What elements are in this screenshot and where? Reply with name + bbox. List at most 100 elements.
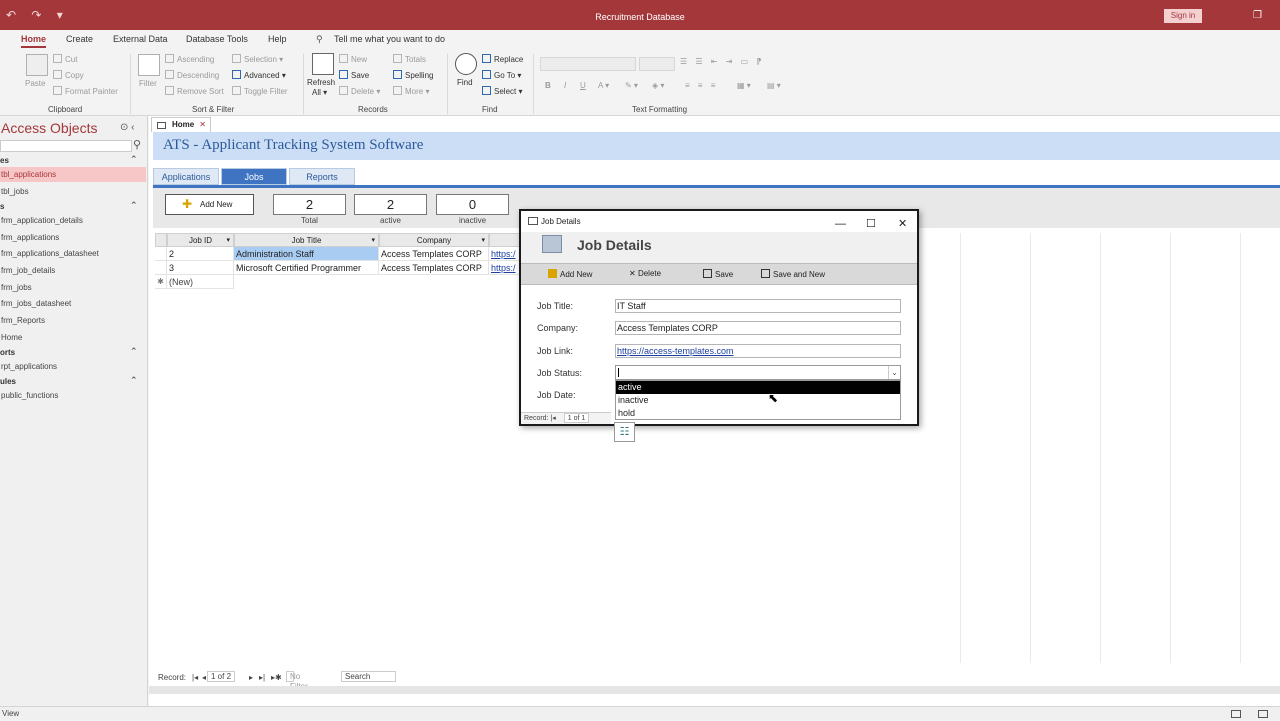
select-button[interactable]: Select ▾ xyxy=(482,86,522,96)
save-record-button[interactable]: Save xyxy=(339,70,369,80)
underline-icon[interactable]: U xyxy=(580,81,586,90)
cell-company[interactable]: Access Templates CORP xyxy=(379,261,489,275)
dialog-title-bar[interactable]: Job Details — ☐ ✕ xyxy=(521,211,917,232)
cell-job-title[interactable]: Administration Staff xyxy=(234,247,379,261)
tab-home[interactable]: Home xyxy=(21,34,47,48)
add-new-job-button[interactable]: Add New xyxy=(165,194,254,215)
nav-item-frm-job-details[interactable]: frm_job_details xyxy=(0,263,146,278)
column-header-job-title[interactable]: Job Title ▾ xyxy=(234,233,379,247)
first-record-icon[interactable]: |◂ xyxy=(192,671,198,684)
tab-applications[interactable]: Applications xyxy=(153,168,219,185)
replace-button[interactable]: Replace xyxy=(482,54,523,64)
collapse-icon[interactable]: ⌃ xyxy=(130,375,138,386)
font-family-select[interactable] xyxy=(540,57,636,71)
nav-item-frm-reports[interactable]: frm_Reports xyxy=(0,313,146,328)
nav-item-tbl-jobs[interactable]: tbl_jobs xyxy=(0,184,146,199)
record-position-input[interactable]: 1 of 1 xyxy=(563,413,590,423)
next-record-icon[interactable]: ▸ xyxy=(249,671,253,684)
job-title-field[interactable]: IT Staff xyxy=(615,299,901,313)
ascending-button[interactable]: Ascending xyxy=(165,54,214,64)
record-search-input[interactable]: Search xyxy=(341,671,396,682)
nav-search-input[interactable] xyxy=(0,140,132,152)
list-format-icons[interactable]: ☰ ☰ ⇤ ⇥ ▭ ⁋ xyxy=(680,57,765,66)
cell-job-link[interactable]: https:/ xyxy=(489,247,520,261)
collapse-icon[interactable]: ⌃ xyxy=(130,346,138,357)
prev-record-icon[interactable]: ◂ xyxy=(202,671,206,684)
close-icon[interactable]: ✕ xyxy=(199,118,206,132)
row-selector[interactable] xyxy=(155,247,167,261)
delete-record-button[interactable]: Delete ▾ xyxy=(339,86,380,96)
totals-button[interactable]: Totals xyxy=(393,54,426,64)
nav-item-public-functions[interactable]: public_functions xyxy=(0,388,146,403)
datasheet-view-icon[interactable] xyxy=(1231,710,1241,718)
column-header-company[interactable]: Company ▾ xyxy=(379,233,489,247)
new-record-nav-icon[interactable]: ▸✱ xyxy=(271,671,282,684)
remove-sort-button[interactable]: Remove Sort xyxy=(165,86,224,96)
cell-job-id[interactable]: 2 xyxy=(167,247,234,261)
search-icon[interactable]: ⚲ xyxy=(133,138,141,151)
nav-section-tables[interactable]: es ⌃ xyxy=(0,154,138,165)
job-status-combo[interactable]: ⌄ xyxy=(615,365,901,380)
nav-item-frm-jobs-datasheet[interactable]: frm_jobs_datasheet xyxy=(0,296,146,311)
delete-button[interactable]: ✕ Delete xyxy=(629,269,661,278)
refresh-button[interactable]: Refresh xyxy=(307,78,335,87)
align-icons[interactable]: ≡ ≡ ≡ xyxy=(685,81,718,90)
nav-item-frm-applications[interactable]: frm_applications xyxy=(0,230,146,245)
cell-job-title[interactable]: Microsoft Certified Programmer xyxy=(234,261,379,275)
sign-in-button[interactable]: Sign in xyxy=(1164,9,1202,23)
highlight-icon[interactable]: ✎ ▾ xyxy=(625,81,638,90)
cell-job-link[interactable]: https:/ xyxy=(489,261,520,275)
no-filter-button[interactable]: No Filter xyxy=(286,671,308,691)
paste-button[interactable]: Paste xyxy=(25,79,45,88)
nav-section-reports[interactable]: orts ⌃ xyxy=(0,346,138,357)
font-color-icon[interactable]: A ▾ xyxy=(598,81,609,90)
font-size-select[interactable] xyxy=(639,57,675,71)
dropdown-arrow-icon[interactable]: ▾ xyxy=(226,234,230,247)
tell-me-box[interactable]: Tell me what you want to do xyxy=(334,34,445,44)
advanced-button[interactable]: Advanced ▾ xyxy=(232,70,286,80)
nav-section-modules[interactable]: ules ⌃ xyxy=(0,375,138,386)
tab-external-data[interactable]: External Data xyxy=(113,34,168,44)
restore-icon[interactable]: ❐ xyxy=(1253,10,1262,21)
selection-button[interactable]: Selection ▾ xyxy=(232,54,283,64)
status-option-active[interactable]: active xyxy=(616,381,900,394)
alt-row-color-icon[interactable]: ▤ ▾ xyxy=(767,81,781,90)
status-option-hold[interactable]: hold xyxy=(616,407,900,420)
cut-button[interactable]: Cut xyxy=(53,54,77,64)
add-new-button[interactable]: Add New xyxy=(548,269,592,279)
collapse-icon[interactable]: ⌃ xyxy=(130,200,138,211)
save-button[interactable]: Save xyxy=(703,269,733,279)
document-tab-home[interactable]: Home ✕ xyxy=(151,117,211,132)
filter-button[interactable]: Filter xyxy=(139,79,157,88)
nav-item-frm-applications-datasheet[interactable]: frm_applications_datasheet xyxy=(0,246,146,261)
toggle-filter-button[interactable]: Toggle Filter xyxy=(232,86,288,96)
copy-button[interactable]: Copy xyxy=(53,70,84,80)
last-record-icon[interactable]: ▸| xyxy=(259,671,265,684)
nav-item-home[interactable]: Home xyxy=(0,330,146,345)
refresh-all-button[interactable]: All ▾ xyxy=(312,88,327,97)
fill-color-icon[interactable]: ◈ ▾ xyxy=(652,81,664,90)
company-field[interactable]: Access Templates CORP xyxy=(615,321,901,335)
row-selector[interactable] xyxy=(155,261,167,275)
nav-section-forms[interactable]: s ⌃ xyxy=(0,200,138,211)
more-button[interactable]: More ▾ xyxy=(393,86,429,96)
horizontal-scrollbar[interactable] xyxy=(149,686,1280,694)
nav-item-frm-application-details[interactable]: frm_application_details xyxy=(0,213,146,228)
descending-button[interactable]: Descending xyxy=(165,70,219,80)
first-record-icon[interactable]: |◂ xyxy=(550,415,555,422)
bold-icon[interactable]: B xyxy=(545,81,551,90)
new-row-cell[interactable]: (New) xyxy=(167,275,234,289)
tab-reports[interactable]: Reports xyxy=(289,168,355,185)
goto-button[interactable]: Go To ▾ xyxy=(482,70,521,80)
find-button[interactable]: Find xyxy=(457,78,473,87)
record-position-input[interactable]: 1 of 2 xyxy=(207,671,236,682)
italic-icon[interactable]: I xyxy=(564,81,566,90)
cell-company[interactable]: Access Templates CORP xyxy=(379,247,489,261)
dropdown-arrow-icon[interactable]: ▾ xyxy=(481,234,485,247)
spelling-button[interactable]: Spelling xyxy=(393,70,433,80)
format-painter-button[interactable]: Format Painter xyxy=(53,86,118,96)
new-row-marker-icon[interactable]: ✱ xyxy=(155,275,167,289)
nav-item-rpt-applications[interactable]: rpt_applications xyxy=(0,359,146,374)
tab-jobs[interactable]: Jobs xyxy=(221,168,287,185)
gridlines-icon[interactable]: ▦ ▾ xyxy=(737,81,751,90)
